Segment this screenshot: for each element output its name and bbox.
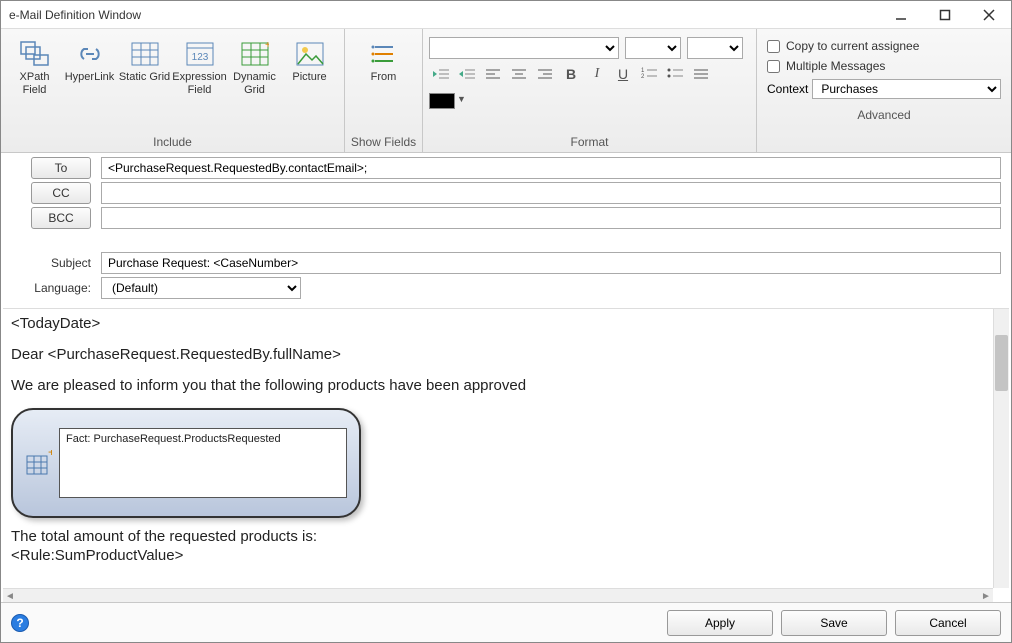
font-color-button[interactable]: ▼ (429, 89, 750, 109)
advanced-group-label: Advanced (757, 105, 1011, 125)
color-swatch (429, 93, 455, 109)
help-icon[interactable]: ? (11, 614, 29, 632)
bold-button[interactable]: B (559, 63, 583, 85)
ribbon-group-format: B I U 12 ▼ Format (423, 29, 757, 152)
bullet-list-button[interactable] (663, 63, 687, 85)
subject-label: Subject (19, 256, 91, 270)
static-grid-button[interactable]: Static Grid (117, 35, 172, 101)
hyperlink-button[interactable]: HyperLink (62, 35, 117, 101)
include-group-label: Include (1, 132, 344, 152)
outdent-button[interactable] (429, 63, 453, 85)
svg-text:2: 2 (641, 74, 645, 80)
italic-button[interactable]: I (585, 63, 609, 85)
language-label: Language: (19, 281, 91, 295)
underline-button[interactable]: U (611, 63, 635, 85)
expression-field-button[interactable]: 123 Expression Field (172, 35, 227, 101)
picture-icon (296, 37, 324, 71)
maximize-button[interactable] (923, 1, 967, 28)
ribbon-group-include: XPath Field HyperLink Static Grid 123 Ex… (1, 29, 345, 152)
justify-button[interactable] (689, 63, 713, 85)
from-button[interactable]: From (356, 35, 411, 101)
align-left-button[interactable] (481, 63, 505, 85)
window-title: e-Mail Definition Window (9, 8, 879, 22)
dynamic-grid-block[interactable]: + Fact: PurchaseRequest.ProductsRequeste… (11, 408, 361, 518)
expression-field-icon: 123 (186, 37, 214, 71)
context-select[interactable]: Purchases (812, 79, 1001, 99)
static-grid-icon (131, 37, 159, 71)
showfields-group-label: Show Fields (345, 132, 422, 152)
format-block-select[interactable] (687, 37, 743, 59)
ribbon-group-showfields: From Show Fields (345, 29, 423, 152)
cancel-button[interactable]: Cancel (895, 610, 1001, 636)
vertical-scrollbar[interactable] (993, 309, 1009, 588)
bcc-button[interactable]: BCC (31, 207, 91, 229)
scroll-thumb[interactable] (995, 335, 1008, 391)
body-line: We are pleased to inform you that the fo… (11, 377, 985, 394)
dynamic-grid-icon: + (241, 37, 269, 71)
svg-text:+: + (265, 42, 269, 51)
multiple-messages-checkbox[interactable]: Multiple Messages (767, 59, 1001, 73)
xpath-field-button[interactable]: XPath Field (7, 35, 62, 101)
to-input[interactable] (101, 157, 1001, 179)
fact-box[interactable]: Fact: PurchaseRequest.ProductsRequested (59, 428, 347, 498)
align-right-button[interactable] (533, 63, 557, 85)
editor-area: <TodayDate> Dear <PurchaseRequest.Reques… (3, 308, 1009, 602)
bcc-input[interactable] (101, 207, 1001, 229)
format-group-label: Format (423, 132, 756, 152)
indent-button[interactable] (455, 63, 479, 85)
xpath-field-icon (20, 37, 50, 71)
save-button[interactable]: Save (781, 610, 887, 636)
body-line: <TodayDate> (11, 315, 985, 332)
header-fields: To CC BCC Subject Language: (Default) (1, 153, 1011, 308)
ribbon-group-advanced: Copy to current assignee Multiple Messag… (757, 29, 1011, 152)
svg-text:+: + (48, 450, 52, 459)
body-line: The total amount of the requested produc… (11, 528, 985, 545)
dynamic-grid-button[interactable]: + Dynamic Grid (227, 35, 282, 101)
cc-input[interactable] (101, 182, 1001, 204)
fact-label: Fact: PurchaseRequest.ProductsRequested (66, 433, 281, 445)
ribbon: XPath Field HyperLink Static Grid 123 Ex… (1, 29, 1011, 153)
subject-input[interactable] (101, 252, 1001, 274)
copy-to-assignee-checkbox[interactable]: Copy to current assignee (767, 39, 1001, 53)
picture-button[interactable]: Picture (282, 35, 337, 101)
font-family-select[interactable] (429, 37, 619, 59)
bottom-bar: ? Apply Save Cancel (1, 602, 1011, 642)
body-line: <Rule:SumProductValue> (11, 547, 985, 564)
body-line: Dear <PurchaseRequest.RequestedBy.fullNa… (11, 346, 985, 363)
language-select[interactable]: (Default) (101, 277, 301, 299)
titlebar: e-Mail Definition Window (1, 1, 1011, 29)
apply-button[interactable]: Apply (667, 610, 773, 636)
cc-button[interactable]: CC (31, 182, 91, 204)
align-center-button[interactable] (507, 63, 531, 85)
close-button[interactable] (967, 1, 1011, 28)
email-body-editor[interactable]: <TodayDate> Dear <PurchaseRequest.Reques… (3, 309, 993, 588)
from-icon (371, 37, 397, 71)
svg-text:123: 123 (191, 52, 208, 63)
hyperlink-icon (76, 37, 104, 71)
numbered-list-button[interactable]: 12 (637, 63, 661, 85)
context-label: Context (767, 82, 808, 96)
horizontal-scrollbar[interactable]: ◄► (3, 588, 993, 602)
dynamic-grid-block-icon: + (25, 450, 53, 476)
minimize-button[interactable] (879, 1, 923, 28)
to-button[interactable]: To (31, 157, 91, 179)
font-size-select[interactable] (625, 37, 681, 59)
